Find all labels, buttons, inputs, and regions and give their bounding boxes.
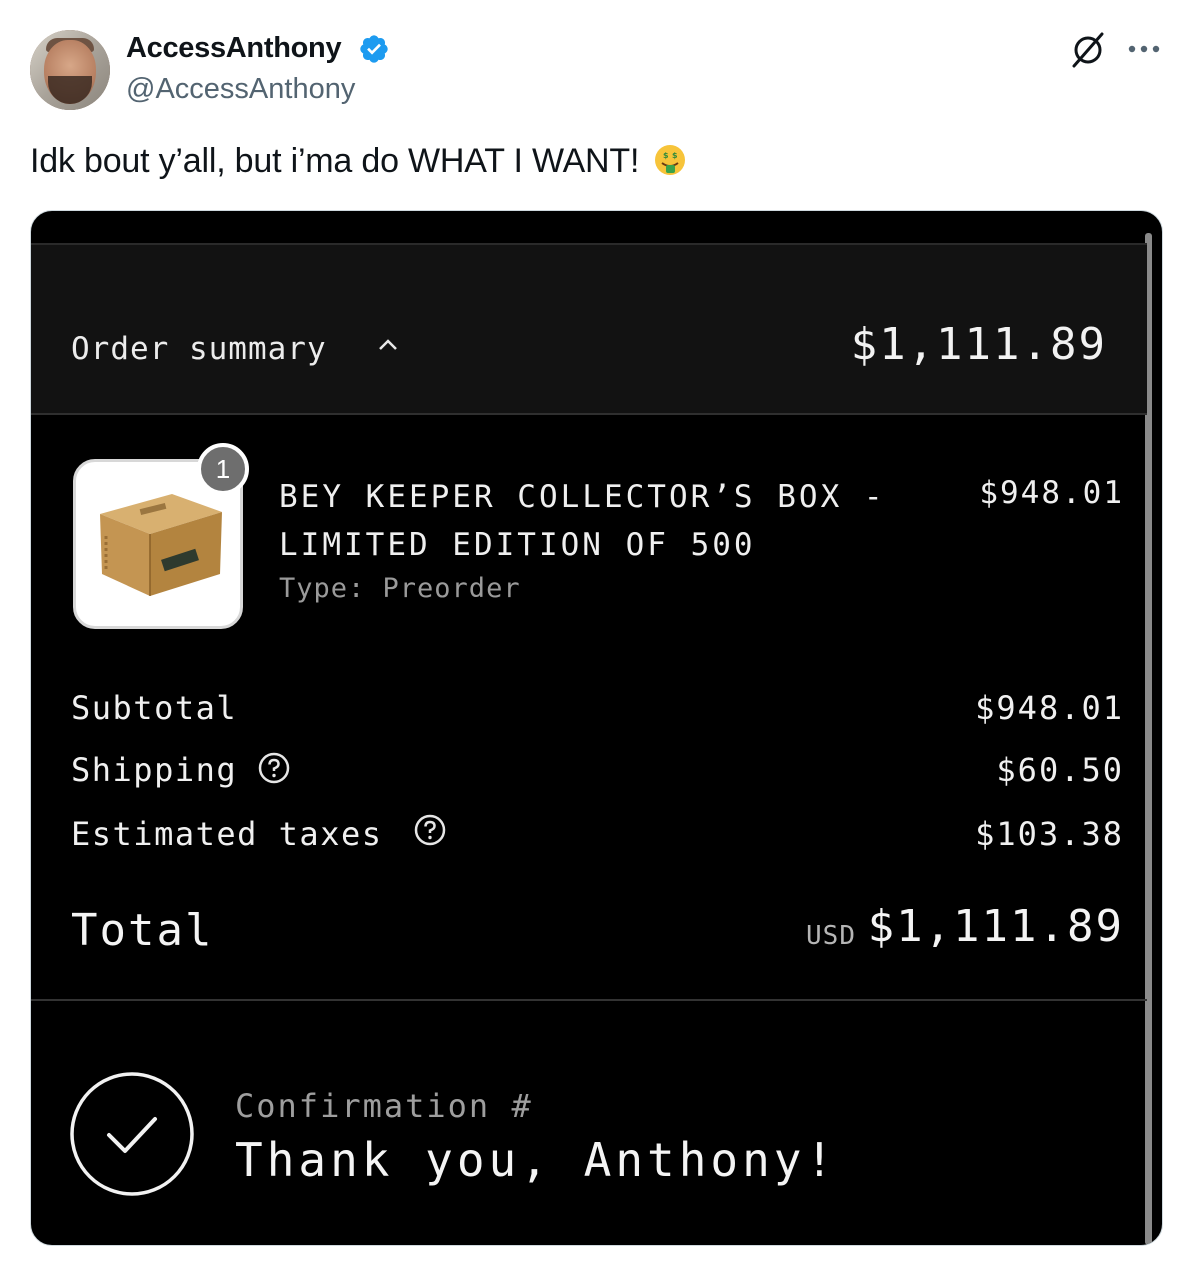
checkmark-circle-icon <box>70 1072 194 1196</box>
order-summary-label: Order summary <box>71 331 327 367</box>
order-summary-bar[interactable]: Order summary $1,111.89 <box>31 243 1147 415</box>
confirmation-label: Confirmation # <box>235 1087 533 1125</box>
tweet-body: Idk bout y’all, but i’ma do WHAT I WANT! <box>30 142 640 180</box>
product-type: Type: Preorder <box>279 573 521 604</box>
order-screenshot-card[interactable]: Order summary $1,111.89 1 BEY KEEPER COL… <box>30 210 1163 1246</box>
shipping-label: Shipping <box>71 751 238 789</box>
avatar[interactable] <box>30 30 110 110</box>
verified-badge-icon <box>360 35 388 63</box>
taxes-help-icon[interactable] <box>413 813 447 847</box>
shipping-value: $60.50 <box>996 751 1124 789</box>
more-options-icon[interactable] <box>1126 42 1162 56</box>
subtotal-value: $948.01 <box>975 689 1124 727</box>
svg-text:$: $ <box>672 151 678 160</box>
total-value: $1,111.89 <box>867 901 1124 952</box>
money-mouth-face-icon: $ $ <box>655 145 686 175</box>
quantity-badge: 1 <box>197 443 249 495</box>
product-title: BEY KEEPER COLLECTOR’S BOX - LIMITED EDI… <box>279 479 886 563</box>
thank-you-message: Thank you, Anthony! <box>235 1133 838 1187</box>
chevron-up-icon <box>379 339 397 350</box>
tweet-text: Idk bout y’all, but i’ma do WHAT I WANT!… <box>30 142 686 181</box>
taxes-value: $103.38 <box>975 815 1124 853</box>
total-currency: USD <box>806 921 856 951</box>
total-label: Total <box>71 905 214 956</box>
product-price: $948.01 <box>979 475 1124 511</box>
subtotal-label: Subtotal <box>71 689 238 727</box>
order-summary-total: $1,111.89 <box>850 319 1107 370</box>
divider <box>31 999 1147 1001</box>
taxes-label: Estimated taxes <box>71 815 383 853</box>
author-display-name[interactable]: AccessAnthony <box>126 32 342 65</box>
grok-icon[interactable] <box>1068 30 1108 70</box>
svg-text:$: $ <box>663 151 669 160</box>
shipping-help-icon[interactable] <box>257 751 291 785</box>
author-handle[interactable]: @AccessAnthony <box>126 73 355 106</box>
